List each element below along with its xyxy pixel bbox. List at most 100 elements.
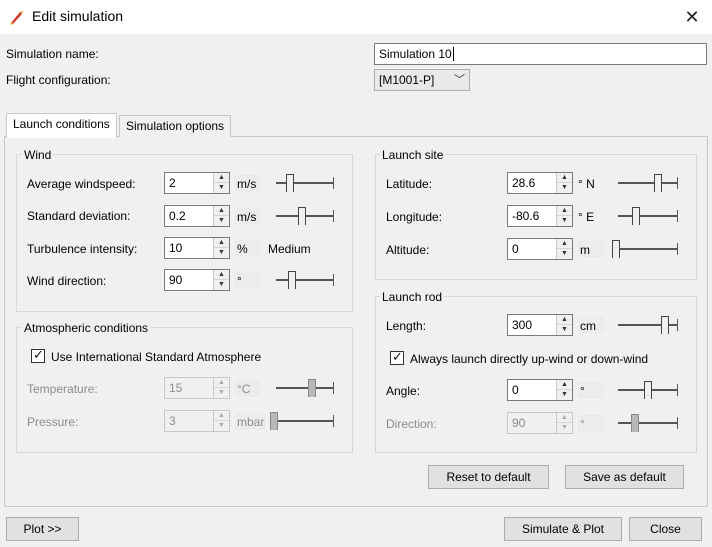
atmosphere-group-title: Atmospheric conditions bbox=[22, 321, 151, 335]
slider-knob[interactable] bbox=[612, 240, 620, 258]
rod-angle-label: Angle: bbox=[386, 384, 421, 398]
avg-windspeed-spinner[interactable]: 2 ▲ ▼ bbox=[164, 172, 230, 194]
reset-default-button[interactable]: Reset to default bbox=[428, 465, 549, 489]
slider-knob[interactable] bbox=[644, 381, 652, 399]
turbulence-spinner[interactable]: 10 ▲ ▼ bbox=[164, 237, 230, 259]
isa-label: Use International Standard Atmosphere bbox=[51, 350, 262, 364]
latitude-slider[interactable] bbox=[618, 173, 678, 193]
wind-group-title: Wind bbox=[22, 148, 54, 162]
spin-down-icon[interactable]: ▼ bbox=[214, 280, 229, 290]
spin-down-icon[interactable]: ▼ bbox=[214, 183, 229, 193]
rod-length-spinner[interactable]: 300 ▲ ▼ bbox=[507, 314, 573, 336]
wind-direction-label: Wind direction: bbox=[27, 274, 107, 288]
spin-down-icon[interactable]: ▼ bbox=[214, 248, 229, 258]
rod-direction-value: 90 bbox=[512, 416, 526, 430]
rod-angle-value: 0 bbox=[512, 383, 519, 397]
spin-up-icon: ▲ bbox=[214, 411, 229, 421]
sim-name-input[interactable]: Simulation 10 bbox=[374, 43, 707, 65]
spin-up-icon[interactable]: ▲ bbox=[214, 173, 229, 183]
altitude-label: Altitude: bbox=[386, 243, 430, 257]
checkmark-icon: ✓ bbox=[392, 349, 403, 364]
turbulence-unit[interactable]: % bbox=[233, 238, 262, 258]
flight-config-select[interactable]: [M1001-P] ﹀ bbox=[374, 69, 470, 91]
altitude-unit[interactable]: m bbox=[576, 239, 606, 259]
altitude-spinner[interactable]: 0 ▲ ▼ bbox=[507, 238, 573, 260]
longitude-slider[interactable] bbox=[618, 206, 678, 226]
wind-direction-unit[interactable]: ° bbox=[233, 270, 262, 290]
close-button[interactable]: Close bbox=[629, 517, 702, 541]
spin-down-icon[interactable]: ▼ bbox=[214, 216, 229, 226]
altitude-value: 0 bbox=[512, 242, 519, 256]
tab-simulation-options[interactable]: Simulation options bbox=[119, 115, 232, 137]
latitude-unit: ° N bbox=[578, 177, 595, 191]
slider-knob[interactable] bbox=[661, 316, 669, 334]
launch-site-group-title: Launch site bbox=[380, 148, 446, 162]
turbulence-value: 10 bbox=[169, 241, 183, 255]
close-icon[interactable]: ✕ bbox=[680, 6, 704, 28]
sim-name-label: Simulation name: bbox=[6, 47, 99, 61]
spin-up-icon: ▲ bbox=[214, 378, 229, 388]
isa-checkbox[interactable]: ✓ bbox=[31, 347, 45, 363]
latitude-value: 28.6 bbox=[512, 176, 536, 190]
updown-wind-checkbox[interactable]: ✓ bbox=[390, 349, 404, 365]
wind-direction-slider[interactable] bbox=[276, 270, 334, 290]
flight-config-value: [M1001-P] bbox=[379, 73, 435, 87]
launch-rod-group-title: Launch rod bbox=[380, 290, 445, 304]
slider-knob[interactable] bbox=[654, 174, 662, 192]
std-deviation-slider[interactable] bbox=[276, 206, 334, 226]
latitude-label: Latitude: bbox=[386, 177, 433, 191]
spin-up-icon[interactable]: ▲ bbox=[557, 206, 572, 216]
rod-length-unit[interactable]: cm bbox=[576, 315, 606, 335]
spin-up-icon[interactable]: ▲ bbox=[214, 270, 229, 280]
rod-direction-unit: ° bbox=[576, 413, 606, 433]
spin-up-icon[interactable]: ▲ bbox=[214, 206, 229, 216]
spin-down-icon[interactable]: ▼ bbox=[557, 390, 572, 400]
slider-knob[interactable] bbox=[286, 174, 294, 192]
window-title: Edit simulation bbox=[32, 8, 124, 24]
std-deviation-spinner[interactable]: 0.2 ▲ ▼ bbox=[164, 205, 230, 227]
wind-direction-spinner[interactable]: 90 ▲ ▼ bbox=[164, 269, 230, 291]
wind-direction-value: 90 bbox=[169, 273, 183, 287]
rod-angle-spinner[interactable]: 0 ▲ ▼ bbox=[507, 379, 573, 401]
updown-wind-label: Always launch directly up-wind or down-w… bbox=[410, 352, 649, 366]
spin-down-icon[interactable]: ▼ bbox=[557, 183, 572, 193]
spin-up-icon[interactable]: ▲ bbox=[557, 380, 572, 390]
spin-down-icon: ▼ bbox=[561, 424, 568, 431]
spin-up-icon[interactable]: ▲ bbox=[557, 173, 572, 183]
slider-knob bbox=[631, 414, 639, 432]
spin-up-icon[interactable]: ▲ bbox=[557, 315, 572, 325]
rocket-icon bbox=[10, 11, 23, 25]
plot-button[interactable]: Plot >> bbox=[6, 517, 79, 541]
spin-down-icon: ▼ bbox=[218, 389, 225, 396]
slider-knob[interactable] bbox=[298, 207, 306, 225]
std-deviation-label: Standard deviation: bbox=[27, 209, 131, 223]
slider-knob[interactable] bbox=[632, 207, 640, 225]
simulate-plot-button[interactable]: Simulate & Plot bbox=[504, 517, 622, 541]
avg-windspeed-unit[interactable]: m/s bbox=[233, 173, 262, 193]
rod-length-slider[interactable] bbox=[618, 315, 678, 335]
pressure-unit: mbar bbox=[233, 411, 267, 431]
spin-up-icon[interactable]: ▲ bbox=[214, 238, 229, 248]
tab-launch-conditions[interactable]: Launch conditions bbox=[6, 113, 117, 138]
rod-angle-slider[interactable] bbox=[618, 380, 678, 400]
spin-down-icon: ▼ bbox=[218, 422, 225, 429]
longitude-value: -80.6 bbox=[512, 209, 540, 223]
rod-angle-unit[interactable]: ° bbox=[576, 380, 606, 400]
pressure-label: Pressure: bbox=[27, 415, 79, 429]
spin-down-icon[interactable]: ▼ bbox=[557, 249, 572, 259]
turbulence-description: Medium bbox=[268, 242, 311, 256]
spin-up-icon[interactable]: ▲ bbox=[557, 239, 572, 249]
rod-direction-label: Direction: bbox=[386, 417, 437, 431]
save-default-button[interactable]: Save as default bbox=[565, 465, 684, 489]
altitude-slider[interactable] bbox=[612, 239, 678, 259]
spin-down-icon[interactable]: ▼ bbox=[557, 325, 572, 335]
longitude-spinner[interactable]: -80.6 ▲ ▼ bbox=[507, 205, 573, 227]
spin-down-icon[interactable]: ▼ bbox=[557, 216, 572, 226]
slider-knob[interactable] bbox=[288, 271, 296, 289]
chevron-down-icon: ﹀ bbox=[454, 74, 465, 86]
latitude-spinner[interactable]: 28.6 ▲ ▼ bbox=[507, 172, 573, 194]
slider-knob bbox=[270, 412, 278, 430]
std-deviation-unit[interactable]: m/s bbox=[233, 206, 262, 226]
avg-windspeed-slider[interactable] bbox=[276, 173, 334, 193]
turbulence-label: Turbulence intensity: bbox=[27, 242, 138, 256]
